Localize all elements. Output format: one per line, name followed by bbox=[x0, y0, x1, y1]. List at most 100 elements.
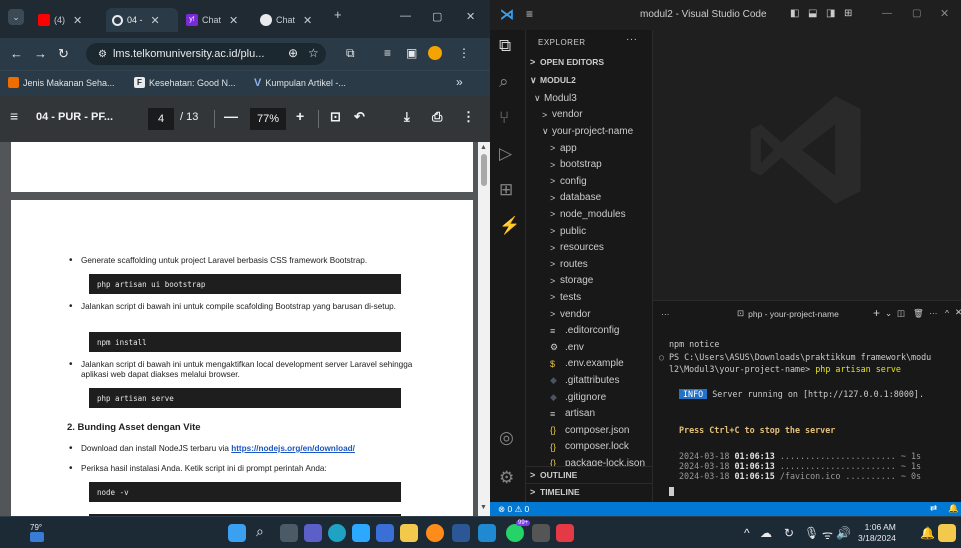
tree-item[interactable]: > storage bbox=[526, 273, 652, 290]
zoom-icon[interactable]: ⊕ bbox=[288, 46, 298, 60]
print-icon[interactable]: ⎙ bbox=[432, 109, 442, 125]
bookmark-item[interactable]: V Kumpulan Artikel -... bbox=[254, 77, 346, 89]
tree-item[interactable]: $ .env.example bbox=[526, 356, 652, 373]
section-workspace[interactable]: ∨ MODUL2 bbox=[526, 72, 652, 89]
maximize-panel-icon[interactable]: ^ bbox=[945, 308, 949, 318]
task-view-icon[interactable] bbox=[280, 524, 298, 542]
account-icon[interactable]: ◎ bbox=[499, 428, 514, 448]
tree-item[interactable]: {} composer.lock bbox=[526, 439, 652, 456]
maximize-button[interactable]: ▢ bbox=[912, 8, 921, 19]
tab-youtube[interactable]: (4) ✕ bbox=[32, 8, 104, 32]
tree-item[interactable]: > app bbox=[526, 140, 652, 157]
tree-item[interactable]: > database bbox=[526, 190, 652, 207]
fit-page-icon[interactable]: ⊡ bbox=[330, 109, 341, 125]
profile-avatar[interactable] bbox=[428, 46, 442, 60]
settings-gear-icon[interactable]: ⚙ bbox=[499, 468, 514, 488]
copilot-icon[interactable] bbox=[938, 524, 956, 542]
tab-chat-2[interactable]: Chat ✕ bbox=[254, 8, 326, 32]
microphone-icon[interactable]: 🎙 bbox=[804, 526, 819, 540]
tree-item[interactable]: > tests bbox=[526, 289, 652, 306]
more-menu-icon[interactable]: ⋮ bbox=[458, 46, 470, 60]
star-icon[interactable]: ☆ bbox=[308, 46, 319, 60]
close-icon[interactable]: ✕ bbox=[151, 14, 160, 27]
extensions-icon[interactable]: ⧉ bbox=[346, 46, 355, 61]
bookmark-item[interactable]: F Kesehatan: Good N... bbox=[134, 77, 236, 88]
notifications-bell-icon[interactable]: 🔔 bbox=[948, 503, 959, 514]
panel-more-icon[interactable]: ··· bbox=[661, 309, 670, 319]
scroll-up-icon[interactable]: ▲ bbox=[480, 144, 487, 151]
terminal-icon[interactable] bbox=[532, 524, 550, 542]
site-info-icon[interactable]: ⚙ bbox=[98, 49, 107, 60]
weather-widget[interactable]: 79° bbox=[30, 523, 42, 532]
remote-icon[interactable]: ⚡ bbox=[499, 216, 520, 236]
trash-icon[interactable]: 🗑 bbox=[913, 308, 924, 319]
minimize-button[interactable]: — bbox=[882, 8, 892, 19]
zoom-in-button[interactable]: + bbox=[296, 108, 304, 124]
clock[interactable]: 1:06 AM 3/18/2024 bbox=[858, 522, 896, 544]
tree-item[interactable]: ≡ .editorconfig bbox=[526, 322, 652, 339]
close-icon[interactable]: ✕ bbox=[303, 14, 312, 27]
vscode-taskbar-icon[interactable] bbox=[478, 524, 496, 542]
tree-item[interactable]: ◆ .gitignore bbox=[526, 389, 652, 406]
sidebar-icon[interactable]: ▣ bbox=[406, 46, 417, 60]
close-window-button[interactable]: ✕ bbox=[466, 10, 475, 23]
chrome-icon[interactable] bbox=[426, 524, 444, 542]
source-control-icon[interactable]: ⑂ bbox=[499, 108, 509, 128]
tree-item[interactable]: ∨ Modul3 bbox=[526, 90, 652, 107]
explorer-icon[interactable]: ⧉ bbox=[499, 36, 511, 56]
menu-icon[interactable]: ≡ bbox=[10, 108, 18, 124]
word-icon[interactable] bbox=[452, 524, 470, 542]
tree-item[interactable]: ∨ your-project-name bbox=[526, 123, 652, 140]
search-icon[interactable]: ⌕ bbox=[256, 523, 274, 541]
new-tab-button[interactable]: + bbox=[334, 7, 342, 22]
customize-layout-icon[interactable]: ⊞ bbox=[844, 8, 852, 19]
problems-indicator[interactable]: ⊗ 0 ⚠ 0 bbox=[498, 504, 529, 515]
close-window-button[interactable]: ✕ bbox=[940, 7, 949, 20]
volume-icon[interactable]: 🔊 bbox=[836, 526, 851, 540]
terminal-tab[interactable]: ⊡ php - your-project-name bbox=[737, 308, 839, 319]
file-explorer-icon[interactable] bbox=[400, 524, 418, 542]
back-arrow-icon[interactable]: ← bbox=[10, 46, 23, 61]
tree-item[interactable]: > config bbox=[526, 173, 652, 190]
tab-search-button[interactable]: ⌄ bbox=[8, 9, 24, 25]
tree-item[interactable]: ≡ artisan bbox=[526, 405, 652, 422]
section-outline[interactable]: > OUTLINE bbox=[526, 466, 652, 483]
bookmark-item[interactable]: Jenis Makanan Seha... bbox=[8, 77, 115, 88]
tree-item[interactable]: ⚙ .env bbox=[526, 339, 652, 356]
tree-item[interactable]: > resources bbox=[526, 239, 652, 256]
explorer-more-icon[interactable]: ··· bbox=[626, 34, 638, 45]
store-icon[interactable] bbox=[352, 524, 370, 542]
tree-item[interactable]: > bootstrap bbox=[526, 156, 652, 173]
terminal-panel[interactable]: ··· ⊡ php - your-project-name + ⌄ ◫ 🗑 ··… bbox=[653, 300, 961, 502]
pdf-viewer[interactable]: Generate scaffolding untuk project Larav… bbox=[0, 142, 490, 516]
hamburger-menu-icon[interactable]: ≡ bbox=[526, 7, 533, 21]
more-actions-icon[interactable]: ··· bbox=[929, 308, 938, 318]
start-button[interactable] bbox=[228, 524, 246, 542]
toggle-secondary-sidebar-icon[interactable]: ◨ bbox=[826, 8, 835, 19]
show-hidden-icons[interactable]: ^ bbox=[744, 526, 750, 540]
toggle-sidebar-icon[interactable]: ◧ bbox=[790, 8, 799, 19]
close-icon[interactable]: ✕ bbox=[229, 14, 238, 27]
section-timeline[interactable]: > TIMELINE bbox=[526, 483, 652, 500]
pdf-scrollbar[interactable]: ▲ ▼ bbox=[478, 142, 490, 516]
more-bookmarks-icon[interactable]: » bbox=[456, 75, 463, 89]
maximize-button[interactable]: ▢ bbox=[432, 10, 442, 23]
tree-item[interactable]: > vendor bbox=[526, 107, 652, 124]
chevron-down-icon[interactable]: ⌄ bbox=[885, 308, 892, 319]
run-debug-icon[interactable]: ▷ bbox=[499, 144, 512, 164]
photos-icon[interactable] bbox=[376, 524, 394, 542]
tab-pdf[interactable]: 04 - ✕ bbox=[106, 8, 178, 32]
split-terminal-icon[interactable]: ◫ bbox=[897, 308, 905, 319]
whatsapp-icon[interactable] bbox=[506, 524, 524, 542]
live-share-icon[interactable]: ⇄ bbox=[930, 503, 937, 514]
tree-item[interactable]: {} composer.json bbox=[526, 422, 652, 439]
command-decoration-icon[interactable]: ○ bbox=[659, 352, 664, 362]
close-panel-icon[interactable]: ✕ bbox=[955, 307, 961, 318]
zoom-level-input[interactable]: 77% bbox=[250, 108, 286, 130]
page-number-input[interactable]: 4 bbox=[148, 108, 174, 130]
tree-item[interactable]: > node_modules bbox=[526, 206, 652, 223]
search-icon[interactable]: ⌕ bbox=[499, 72, 509, 92]
tree-item[interactable]: > routes bbox=[526, 256, 652, 273]
reading-list-icon[interactable]: ≡ bbox=[384, 46, 391, 60]
nodejs-link[interactable]: https://nodejs.org/en/download/ bbox=[231, 444, 355, 453]
